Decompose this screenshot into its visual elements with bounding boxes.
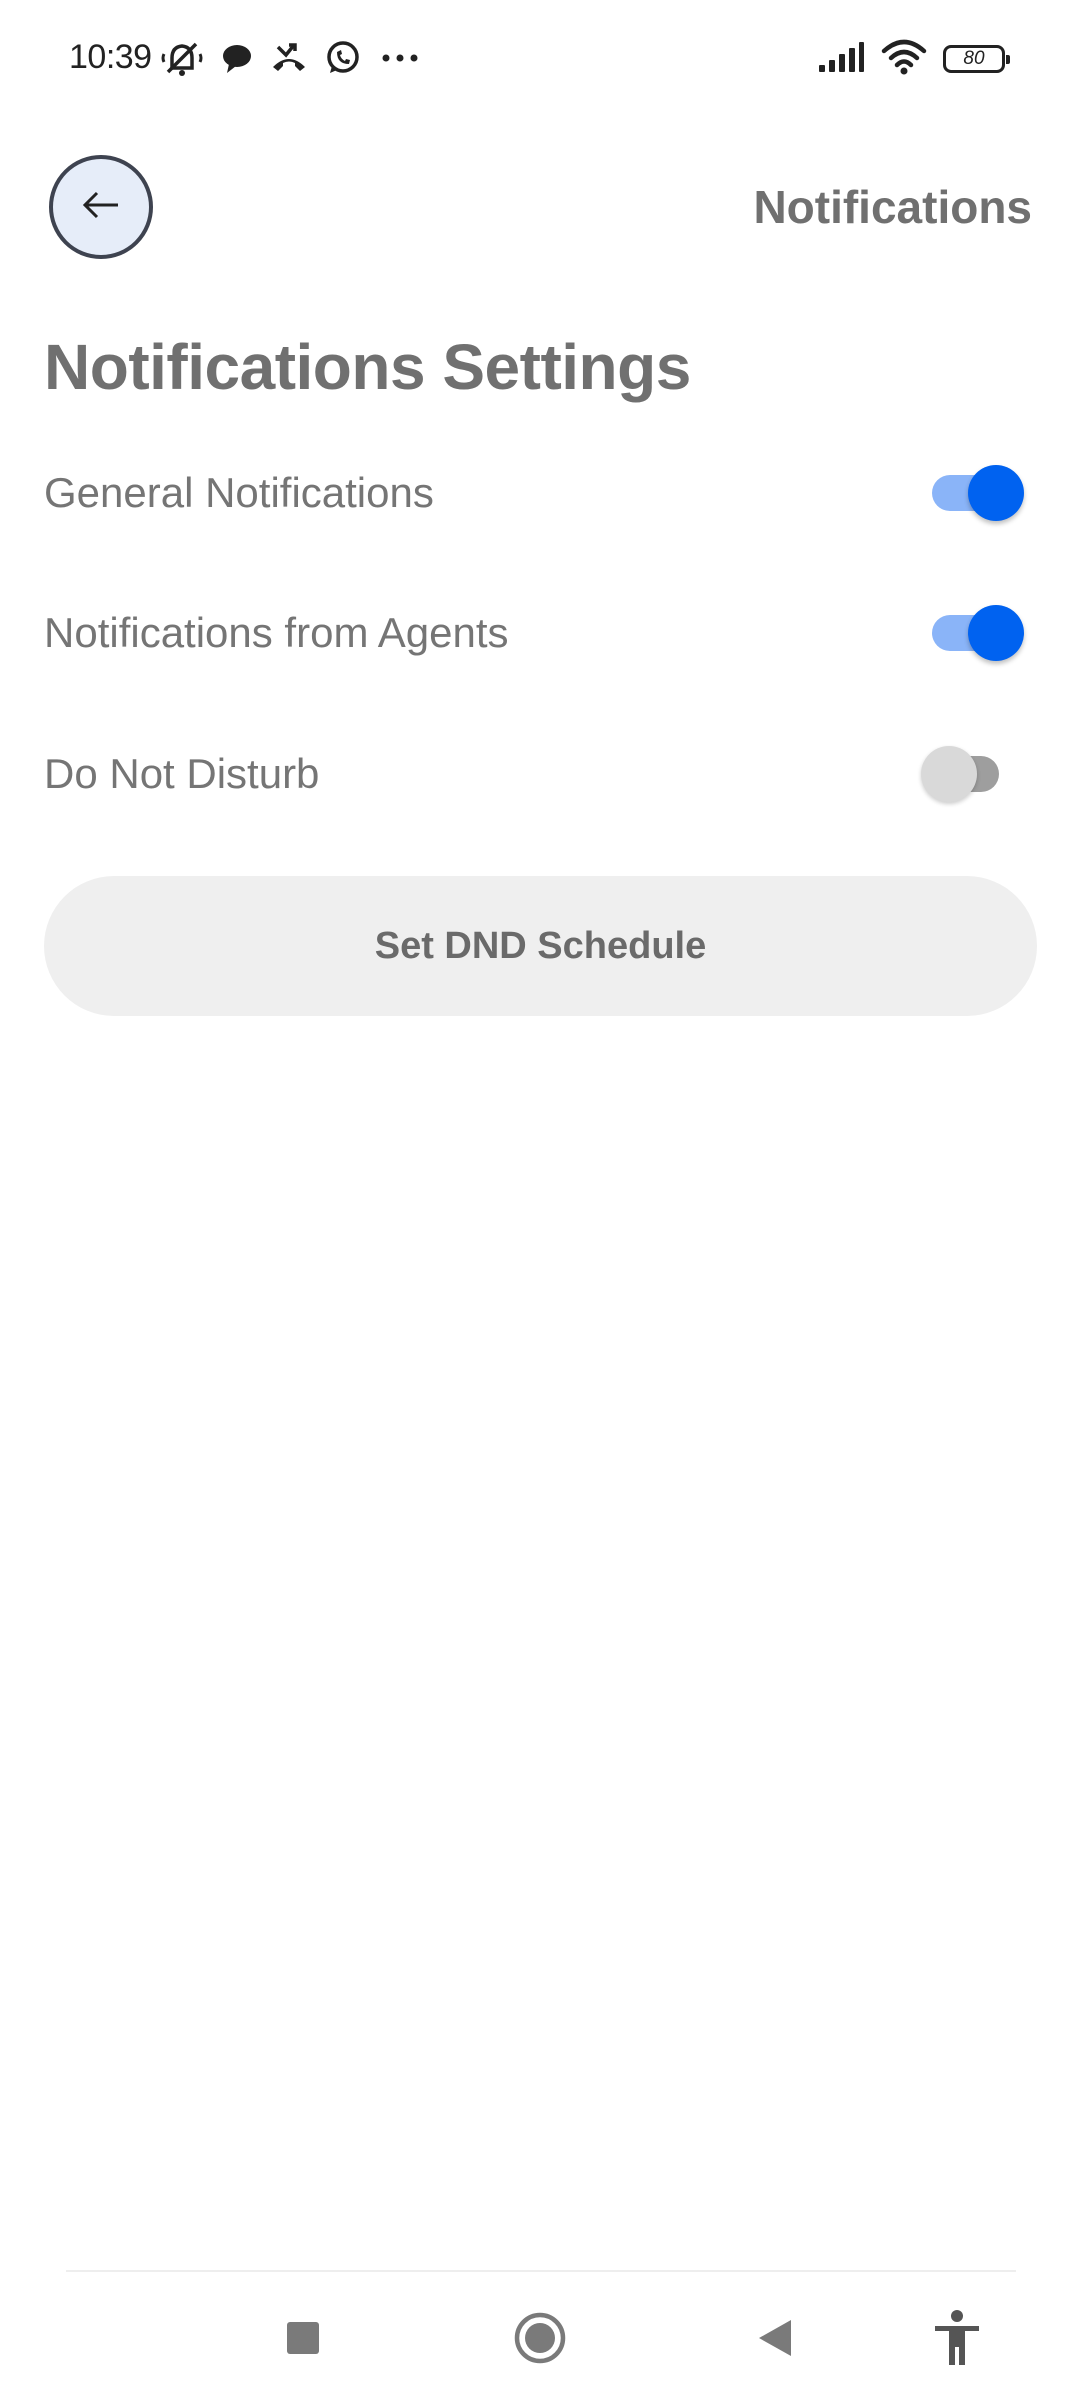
muted-bell-icon	[160, 38, 204, 78]
setting-row-agent-notifications: Notifications from Agents	[44, 593, 1036, 673]
missed-call-icon	[270, 41, 308, 75]
notifications-screen: 10:39 80 Notifications Notifications Set…	[0, 0, 1080, 2400]
nav-divider	[66, 2270, 1016, 2272]
back-button[interactable]	[49, 155, 153, 259]
home-button[interactable]	[505, 2305, 575, 2375]
chat-bubble-icon	[220, 41, 254, 75]
toggle-thumb	[921, 746, 977, 802]
section-title: Notifications Settings	[44, 331, 691, 403]
accessibility-button[interactable]	[922, 2305, 992, 2375]
whatsapp-icon	[324, 39, 362, 77]
back-triangle-icon	[755, 2317, 795, 2364]
setting-label: General Notifications	[44, 469, 434, 516]
setting-row-general-notifications: General Notifications	[44, 453, 1036, 533]
set-dnd-schedule-button[interactable]: Set DND Schedule	[44, 876, 1037, 1016]
status-left-icons	[160, 38, 422, 78]
home-circle-icon	[513, 2311, 567, 2370]
setting-label: Do Not Disturb	[44, 750, 320, 797]
status-time: 10:39	[69, 38, 152, 76]
wifi-icon	[881, 39, 927, 80]
setting-label: Notifications from Agents	[44, 609, 509, 656]
setting-row-do-not-disturb: Do Not Disturb	[44, 734, 1036, 814]
page-title: Notifications	[753, 181, 1032, 233]
arrow-left-icon	[81, 190, 121, 225]
recents-square-icon	[285, 2320, 321, 2361]
do-not-disturb-toggle[interactable]	[921, 734, 999, 814]
toggle-thumb	[968, 605, 1024, 661]
general-notifications-toggle[interactable]	[932, 453, 1024, 533]
battery-icon: 80	[943, 45, 1010, 73]
status-bar: 10:39 80	[0, 0, 1080, 120]
toggle-thumb	[968, 465, 1024, 521]
more-dots-icon	[378, 52, 422, 64]
nav-back-button[interactable]	[740, 2305, 810, 2375]
agent-notifications-toggle[interactable]	[932, 593, 1024, 673]
signal-icon	[817, 41, 865, 78]
status-right-icons: 80	[817, 38, 1010, 80]
accessibility-icon	[932, 2309, 982, 2372]
recents-button[interactable]	[268, 2305, 338, 2375]
battery-level: 80	[963, 48, 985, 69]
